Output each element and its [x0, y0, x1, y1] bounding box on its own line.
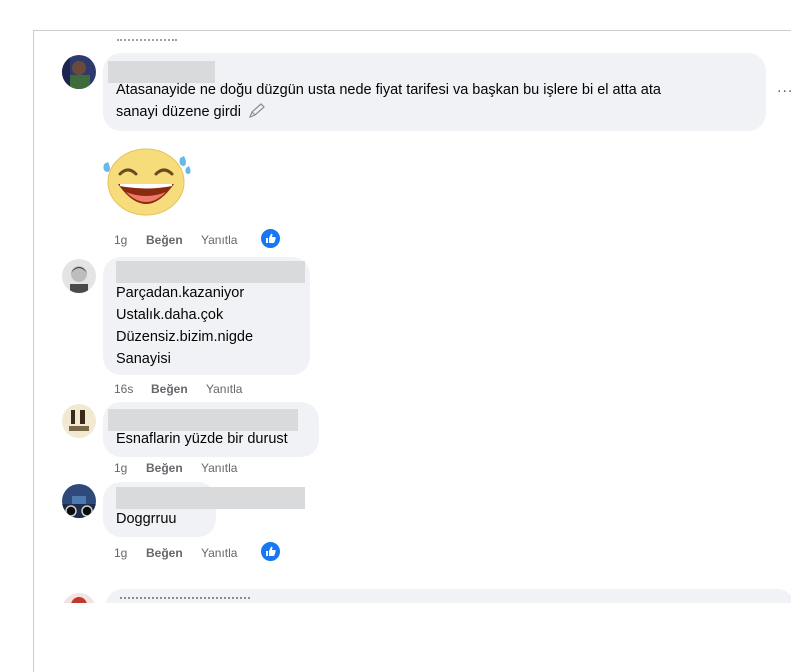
like-link[interactable]: Beğen [146, 546, 183, 560]
avatar[interactable] [62, 404, 96, 438]
edit-pencil-icon [248, 103, 265, 119]
timestamp[interactable]: 1g [114, 233, 127, 247]
comments-panel: Atasanayide ne doğu düzgün usta nede fiy… [33, 30, 791, 672]
avatar[interactable] [62, 484, 96, 518]
comment-text: Esnaflarin yüzde bir durust [116, 431, 288, 447]
comment-text-line: Ustalık.daha.çok [116, 307, 224, 323]
reply-link[interactable]: Yanıtla [201, 233, 237, 247]
comment-text-line: Sanayisi [116, 351, 171, 367]
reply-link[interactable]: Yanıtla [201, 546, 237, 560]
avatar[interactable] [62, 593, 96, 603]
like-link[interactable]: Beğen [146, 461, 183, 475]
redacted-author-name[interactable] [116, 261, 305, 283]
avatar[interactable] [62, 259, 96, 293]
like-icon[interactable] [260, 541, 281, 562]
comment-text: sanayi düzene girdi [116, 101, 266, 123]
like-link[interactable]: Beğen [146, 233, 183, 247]
timestamp[interactable]: 16s [114, 382, 133, 396]
comment-text: Doggrruu [116, 511, 177, 527]
comment-text-line: Düzensiz.bizim.nigde [116, 329, 254, 345]
comment-text: Atasanayide ne doğu düzgün usta nede fiy… [116, 82, 661, 98]
timestamp[interactable]: 1g [114, 461, 127, 475]
laughing-emoji-icon [102, 144, 192, 218]
timestamp[interactable]: 1g [114, 546, 127, 560]
reply-link[interactable]: Yanıtla [201, 461, 237, 475]
comment-text-line: Parçadan.kazaniyor [116, 285, 245, 301]
avatar[interactable] [62, 55, 96, 89]
redacted-author-name[interactable] [116, 487, 305, 509]
more-options-icon[interactable]: ... [777, 79, 791, 97]
like-icon[interactable] [260, 228, 281, 249]
like-link[interactable]: Beğen [151, 382, 188, 396]
clipped-previous-line [117, 39, 177, 47]
clipped-comment-text [120, 597, 250, 603]
reply-link[interactable]: Yanıtla [206, 382, 242, 396]
